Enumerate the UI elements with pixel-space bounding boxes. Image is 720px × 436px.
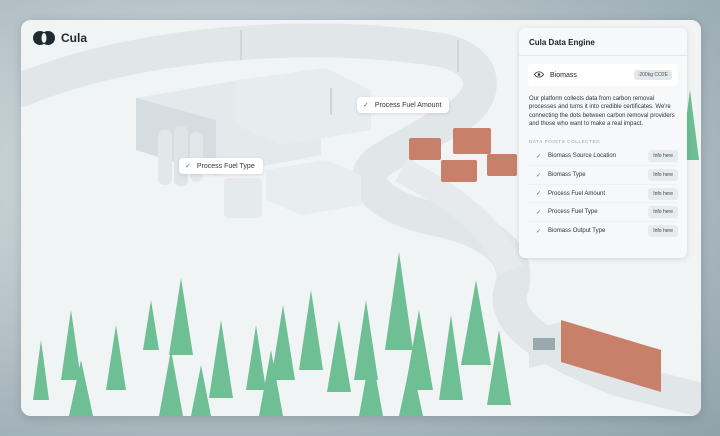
brand-logo[interactable]: Cula (33, 31, 87, 45)
panel-title: Cula Data Engine (519, 28, 687, 56)
info-button[interactable]: Info here (648, 169, 678, 182)
data-point-row: ✓ Process Fuel Amount Info here (528, 185, 678, 204)
check-icon: ✓ (185, 163, 191, 170)
tag-label: Process Fuel Type (196, 162, 255, 170)
tag-process-fuel-type[interactable]: ✓ Process Fuel Type (179, 158, 263, 174)
biomass-label: Biomass (550, 71, 577, 79)
data-point-label: Biomass Type (548, 172, 586, 179)
info-button[interactable]: Info here (648, 225, 678, 238)
check-icon: ✓ (536, 209, 542, 216)
co2-badge: -200kg CO2E (633, 70, 672, 80)
info-button[interactable]: Info here (648, 206, 678, 219)
brand-name: Cula (61, 31, 88, 45)
cula-logo-icon (33, 31, 55, 45)
check-icon: ✓ (536, 153, 542, 160)
data-point-row: ✓ Biomass Output Type Info here (528, 222, 678, 241)
section-label: DATA POINTS COLLECTED (529, 138, 601, 144)
data-engine-panel: Cula Data Engine Biomass -200kg CO2E Our… (519, 28, 687, 258)
data-point-label: Biomass Output Type (548, 228, 606, 235)
data-point-row: ✓ Process Fuel Type Info here (528, 203, 678, 222)
app-window: Cula ✓ Process Fuel Amount ✓ Process Fue… (21, 20, 701, 416)
panel-description: Our platform collects data from carbon r… (529, 96, 675, 128)
check-icon: ✓ (363, 102, 369, 109)
info-button[interactable]: Info here (648, 187, 678, 200)
data-point-label: Biomass Source Location (548, 153, 617, 160)
check-icon: ✓ (536, 191, 542, 198)
eye-icon (534, 70, 544, 80)
data-point-label: Process Fuel Type (548, 209, 598, 216)
check-icon: ✓ (536, 172, 542, 179)
check-icon: ✓ (536, 228, 542, 235)
tag-label: Process Fuel Amount (374, 101, 442, 109)
data-point-row: ✓ Biomass Type Info here (528, 166, 678, 185)
biomass-row: Biomass -200kg CO2E (528, 64, 678, 86)
data-point-label: Process Fuel Amount (548, 190, 606, 197)
tag-process-fuel-amount[interactable]: ✓ Process Fuel Amount (357, 97, 450, 113)
info-button[interactable]: Info here (648, 150, 678, 163)
data-point-row: ✓ Biomass Source Location Info here (528, 148, 678, 167)
